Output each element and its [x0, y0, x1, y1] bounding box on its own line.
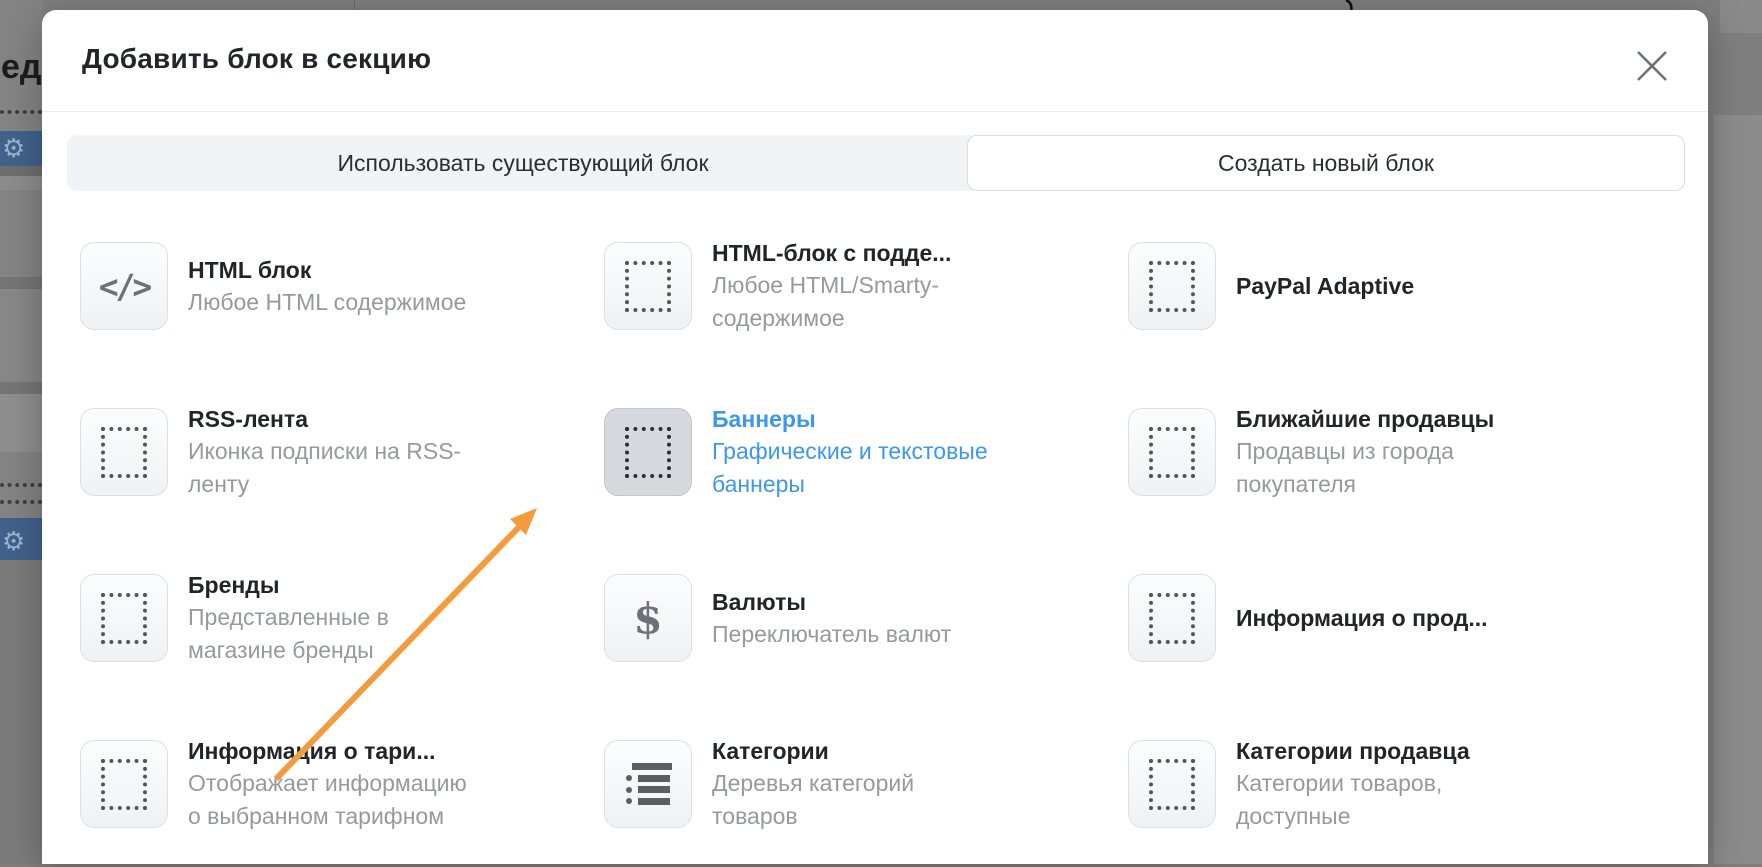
block-item[interactable]: Информация о тари... Отображает информац… — [80, 701, 604, 867]
dollar-icon: $ — [633, 594, 662, 643]
block-text: Информация о прод... — [1236, 602, 1488, 634]
block-source-tabs: Использовать существующий блок Создать н… — [67, 135, 1685, 191]
block-title: HTML-блок с подде... — [712, 237, 994, 269]
block-icon-box — [1128, 740, 1216, 828]
block-title: Валюты — [712, 586, 951, 618]
block-text: Информация о тари... Отображает информац… — [188, 735, 470, 833]
block-item[interactable]: </> HTML блок Любое HTML содержимое — [80, 203, 604, 369]
block-item[interactable]: Ближайшие продавцы Продавцы из города по… — [1128, 369, 1652, 535]
block-text: Баннеры Графические и текстовые баннеры — [712, 403, 994, 501]
dotted-square-icon — [625, 261, 671, 312]
block-icon-box — [1128, 242, 1216, 330]
dotted-square-icon — [1149, 427, 1195, 478]
block-text: Ближайшие продавцы Продавцы из города по… — [1236, 403, 1518, 501]
block-text: Валюты Переключатель валют — [712, 586, 951, 651]
block-title: Информация о прод... — [1236, 602, 1488, 634]
block-item[interactable]: $ Валюты Переключатель валют — [604, 535, 1128, 701]
block-icon-box — [604, 740, 692, 828]
block-title: PayPal Adaptive — [1236, 270, 1414, 302]
code-icon: </> — [99, 267, 150, 306]
block-item[interactable]: Бренды Представленные в магазине бренды — [80, 535, 604, 701]
block-description: Представленные в магазине бренды — [188, 601, 470, 667]
block-icon-box — [1128, 408, 1216, 496]
dotted-square-icon — [625, 427, 671, 478]
block-item[interactable]: Категории продавца Категории товаров, до… — [1128, 701, 1652, 867]
block-icon-box: </> — [80, 242, 168, 330]
header-divider — [42, 111, 1708, 112]
block-title: Категории продавца — [1236, 735, 1518, 767]
block-text: PayPal Adaptive — [1236, 270, 1414, 302]
dotted-square-icon — [1149, 759, 1195, 810]
block-text: Бренды Представленные в магазине бренды — [188, 569, 470, 667]
block-description: Любое HTML содержимое — [188, 286, 466, 319]
block-description: Категории товаров, доступные — [1236, 767, 1518, 833]
list-icon — [626, 762, 670, 806]
block-item[interactable]: Категории Деревья категорий товаров — [604, 701, 1128, 867]
screen: { "modal": { "title": "Добавить блок в с… — [0, 0, 1762, 864]
tab-label: Создать новый блок — [1218, 150, 1434, 177]
dotted-square-icon — [101, 427, 147, 478]
block-item[interactable]: RSS-лента Иконка подписки на RSS-ленту — [80, 369, 604, 535]
block-description: Отображает информацию о выбранном тарифн… — [188, 767, 470, 833]
block-description: Продавцы из города покупателя — [1236, 435, 1518, 501]
block-title: Категории — [712, 735, 994, 767]
tab-label: Использовать существующий блок — [337, 150, 708, 177]
block-item[interactable]: HTML-блок с подде... Любое HTML/Smarty-с… — [604, 203, 1128, 369]
block-title: Бренды — [188, 569, 470, 601]
block-icon-box — [80, 574, 168, 662]
block-icon-box — [80, 408, 168, 496]
block-title: HTML блок — [188, 254, 466, 286]
add-block-modal: Добавить блок в секцию Использовать суще… — [42, 10, 1708, 864]
block-title: Ближайшие продавцы — [1236, 403, 1518, 435]
block-icon-box — [1128, 574, 1216, 662]
block-text: RSS-лента Иконка подписки на RSS-ленту — [188, 403, 470, 501]
block-item[interactable]: Информация о прод... — [1128, 535, 1652, 701]
block-icon-box — [80, 740, 168, 828]
block-item[interactable]: Баннеры Графические и текстовые баннеры — [604, 369, 1128, 535]
block-title: Баннеры — [712, 403, 994, 435]
block-description: Графические и текстовые баннеры — [712, 435, 994, 501]
dotted-square-icon — [101, 759, 147, 810]
block-title: Информация о тари... — [188, 735, 470, 767]
block-text: HTML блок Любое HTML содержимое — [188, 254, 466, 319]
block-title: RSS-лента — [188, 403, 470, 435]
block-description: Переключатель валют — [712, 618, 951, 651]
dotted-square-icon — [1149, 261, 1195, 312]
close-icon[interactable] — [1636, 50, 1668, 82]
block-description: Иконка подписки на RSS-ленту — [188, 435, 470, 501]
block-icon-box — [604, 242, 692, 330]
tab-use-existing-block[interactable]: Использовать существующий блок — [67, 135, 979, 191]
block-description: Деревья категорий товаров — [712, 767, 994, 833]
modal-title: Добавить блок в секцию — [82, 43, 431, 75]
tab-create-new-block[interactable]: Создать новый блок — [967, 135, 1685, 191]
block-description: Любое HTML/Smarty-содержимое — [712, 269, 994, 335]
block-icon-box: $ — [604, 574, 692, 662]
block-text: Категории продавца Категории товаров, до… — [1236, 735, 1518, 833]
block-type-grid: </> HTML блок Любое HTML содержимое HTML… — [80, 203, 1652, 867]
block-text: Категории Деревья категорий товаров — [712, 735, 994, 833]
block-icon-box — [604, 408, 692, 496]
block-item[interactable]: PayPal Adaptive — [1128, 203, 1652, 369]
dotted-square-icon — [101, 593, 147, 644]
block-text: HTML-блок с подде... Любое HTML/Smarty-с… — [712, 237, 994, 335]
dotted-square-icon — [1149, 593, 1195, 644]
